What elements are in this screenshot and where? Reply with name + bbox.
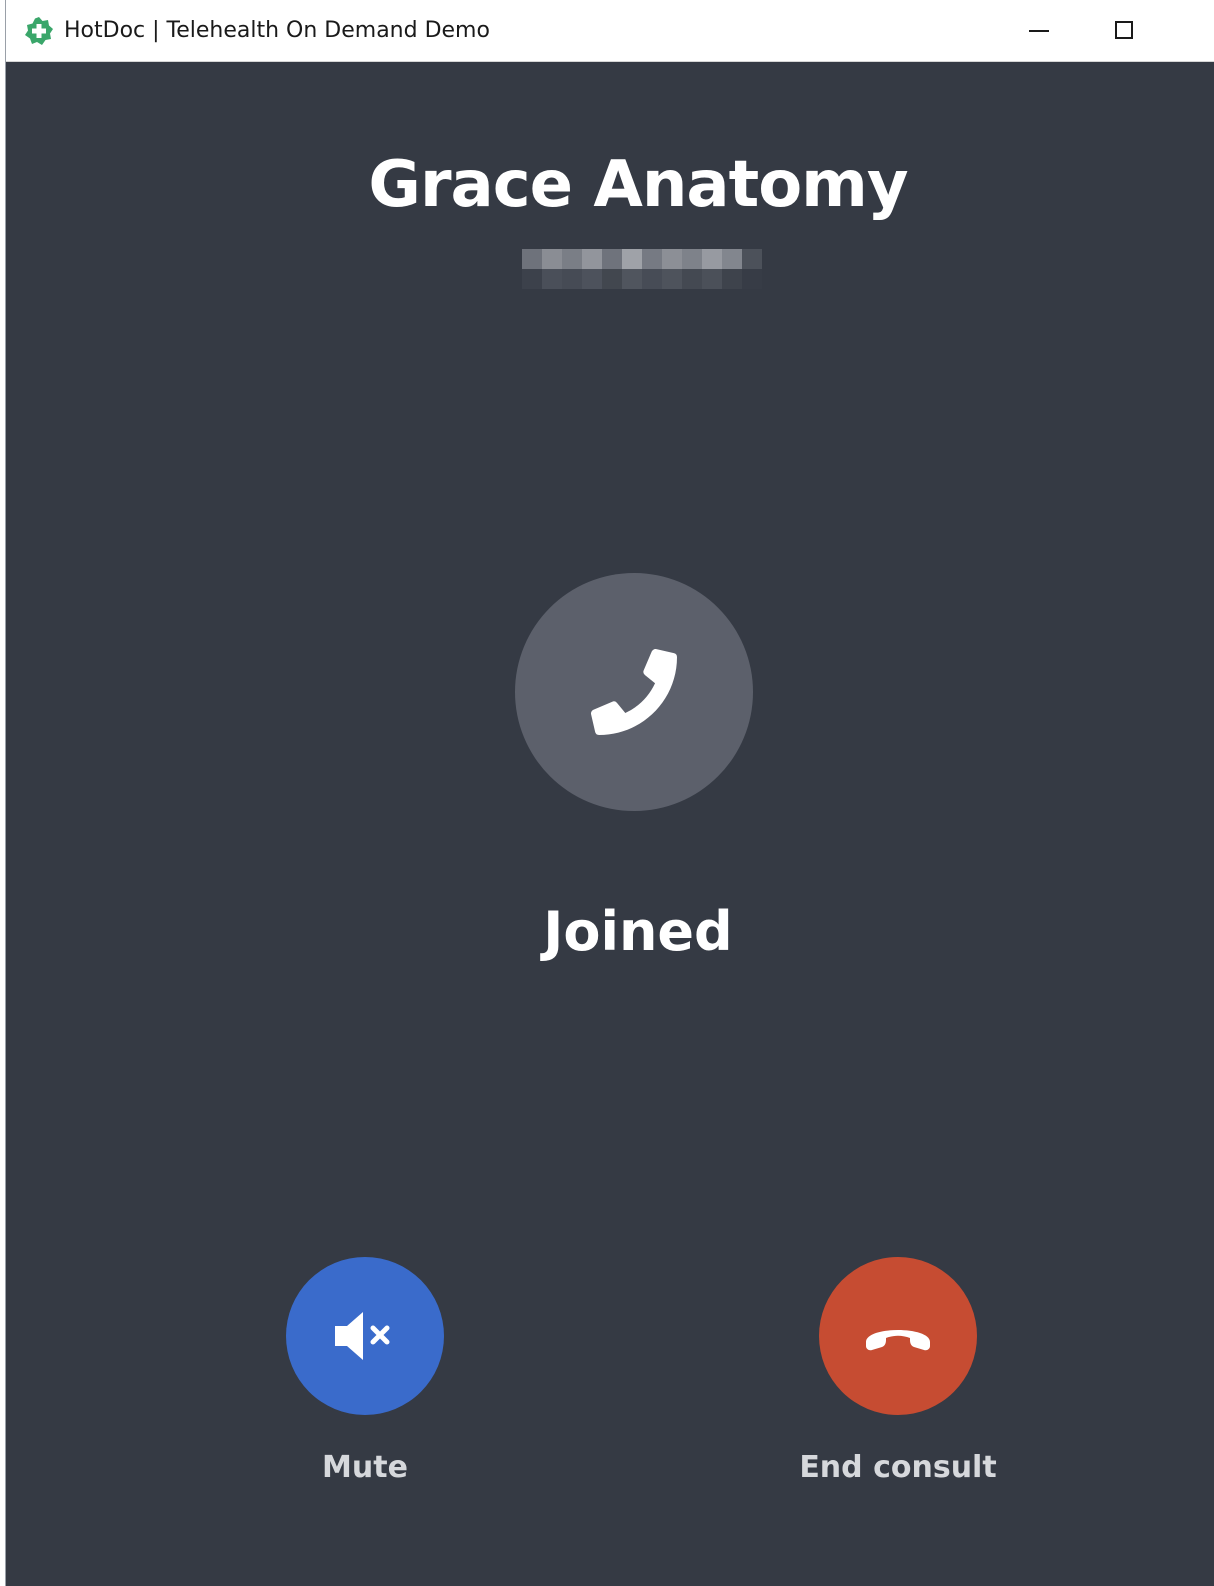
phone-icon — [591, 649, 677, 735]
hotdoc-logo-icon — [25, 17, 53, 45]
maximize-button[interactable] — [1084, 0, 1164, 62]
call-status-circle — [515, 573, 753, 811]
redacted-caller-detail — [522, 249, 762, 289]
hang-up-icon — [866, 1330, 930, 1351]
window-title: HotDoc | Telehealth On Demand Demo — [64, 18, 490, 43]
speaker-muted-icon — [335, 1312, 390, 1360]
caller-name: Grace Anatomy — [368, 148, 908, 222]
maximize-icon — [1115, 21, 1133, 39]
minimize-button[interactable] — [996, 0, 1076, 62]
end-consult-label: End consult — [799, 1450, 997, 1485]
mute-label: Mute — [322, 1450, 408, 1485]
app-window: HotDoc | Telehealth On Demand Demo Grace… — [5, 0, 1214, 1586]
call-status: Joined — [543, 900, 733, 963]
title-bar[interactable]: HotDoc | Telehealth On Demand Demo — [6, 0, 1214, 62]
minimize-icon — [1029, 30, 1049, 32]
end-consult-button[interactable] — [819, 1257, 977, 1415]
mute-button[interactable] — [286, 1257, 444, 1415]
